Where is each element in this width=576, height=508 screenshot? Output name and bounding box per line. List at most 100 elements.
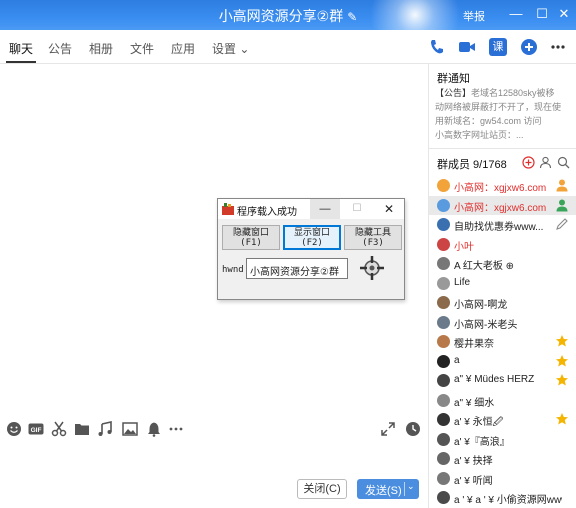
member-name: a ' ¥ a ' ¥ 小偷资源网www...: [454, 495, 562, 506]
owner-badge-icon: [556, 179, 568, 192]
member-row[interactable]: a ' ¥ a ' ¥ 小偷资源网www...: [429, 488, 576, 508]
member-row[interactable]: a" ¥ 细水: [429, 391, 576, 411]
members-title: 群成员 9/1768: [437, 159, 507, 171]
hide-tool-button[interactable]: 隐藏工具 (F3): [344, 225, 402, 250]
classroom-icon[interactable]: 课: [489, 38, 507, 56]
avatar[interactable]: [437, 218, 450, 231]
report-link[interactable]: 举报: [463, 8, 485, 24]
gif-icon[interactable]: GIF: [28, 421, 44, 437]
hwnd-label: hwnd: [222, 265, 244, 275]
minimize-button[interactable]: —: [506, 4, 526, 24]
show-window-button[interactable]: 显示窗口 (F2): [283, 225, 341, 250]
dialog-title: 程序载入成功: [237, 207, 297, 218]
avatar[interactable]: [437, 315, 450, 329]
avatar[interactable]: [437, 452, 450, 465]
avatar[interactable]: [437, 296, 450, 309]
member-row[interactable]: a: [429, 352, 576, 372]
member-row[interactable]: a' ¥ 永恒🖉: [429, 410, 576, 430]
tab-chat[interactable]: 聊天: [9, 40, 33, 57]
ellipsis-icon[interactable]: [168, 421, 184, 437]
avatar[interactable]: [437, 471, 450, 485]
video-icon[interactable]: [458, 38, 476, 56]
hwnd-field[interactable]: 小高网资源分享②群: [246, 258, 348, 279]
more-icon[interactable]: [549, 38, 567, 56]
dialog-close-button[interactable]: ✕: [374, 199, 404, 219]
avatar[interactable]: [437, 198, 450, 212]
tab-files[interactable]: 文件: [130, 40, 154, 57]
history-icon[interactable]: [405, 421, 421, 437]
close-window-button[interactable]: ✕: [554, 4, 574, 24]
member-row[interactable]: Life: [429, 274, 576, 294]
phone-icon[interactable]: [428, 38, 446, 56]
add-icon[interactable]: [520, 38, 538, 56]
avatar[interactable]: [437, 179, 450, 192]
avatar[interactable]: [437, 335, 450, 348]
member-row[interactable]: 小高网：xgjxw6.com: [429, 195, 576, 215]
emoji-icon[interactable]: [6, 421, 22, 437]
star-badge-icon: [556, 374, 568, 386]
svg-text:GIF: GIF: [31, 427, 42, 434]
avatar[interactable]: [437, 354, 450, 368]
member-name: a" ¥ Müdes HERZ: [454, 374, 535, 385]
invite-member-icon[interactable]: [522, 156, 535, 169]
member-row[interactable]: a' ¥ 抉择: [429, 449, 576, 469]
member-row[interactable]: A 红大老板 ⊕: [429, 254, 576, 274]
avatar[interactable]: [437, 393, 450, 407]
member-row[interactable]: 小叶: [429, 235, 576, 255]
admin-badge-icon: [556, 199, 568, 211]
scissors-icon[interactable]: [51, 421, 67, 437]
right-panel: 群通知 【公告】老域名12580sky被移动网络被屏蔽打不开了，现在使用新域名：…: [428, 64, 576, 508]
member-row[interactable]: 小高网-啊龙: [429, 293, 576, 313]
member-name: 小高网-啊龙: [454, 300, 508, 311]
tab-album[interactable]: 相册: [89, 40, 113, 57]
active-tab-indicator: [6, 61, 36, 63]
avatar[interactable]: [437, 237, 450, 251]
dialog-minimize-button[interactable]: —: [310, 199, 340, 219]
dialog-titlebar[interactable]: 程序载入成功 — ☐ ✕: [218, 199, 404, 219]
notice-title[interactable]: 群通知: [437, 70, 470, 86]
notice-content[interactable]: 【公告】老域名12580sky被移动网络被屏蔽打不开了，现在使用新域名：gw54…: [435, 86, 561, 142]
edit-icon[interactable]: [555, 217, 569, 231]
member-name: 小高网：xgjxw6.com: [454, 183, 547, 194]
tab-apps[interactable]: 应用: [171, 40, 195, 57]
maximize-button[interactable]: ☐: [532, 4, 552, 24]
member-manage-icon[interactable]: [539, 156, 552, 169]
search-icon[interactable]: [557, 156, 570, 169]
send-options-dropdown[interactable]: ⌄: [407, 481, 415, 492]
avatar[interactable]: [437, 374, 450, 387]
close-button[interactable]: 关闭(C): [297, 479, 347, 499]
panel-divider: [429, 148, 576, 149]
folder-icon[interactable]: [74, 421, 90, 437]
member-name: 樱井果奈: [454, 339, 494, 350]
window-title: 小高网资源分享②群 ✎: [218, 8, 358, 24]
avatar[interactable]: [437, 432, 450, 446]
send-divider: [404, 482, 405, 496]
member-row[interactable]: 樱井果奈: [429, 332, 576, 352]
send-button[interactable]: 发送(S) ⌄: [357, 479, 419, 499]
crosshair-icon[interactable]: [360, 256, 384, 280]
star-badge-icon: [556, 354, 568, 366]
tab-settings[interactable]: 设置 ⌄: [212, 40, 249, 57]
member-row[interactable]: 小高网-米老头: [429, 313, 576, 333]
title-bar: 小高网资源分享②群 ✎ 举报 — ☐ ✕: [0, 0, 576, 60]
member-row[interactable]: a' ¥『高浪』: [429, 430, 576, 450]
avatar[interactable]: [437, 257, 450, 270]
hide-window-button[interactable]: 隐藏窗口 (F1): [222, 225, 280, 250]
bell-icon[interactable]: [146, 421, 162, 437]
edit-title-icon[interactable]: ✎: [347, 10, 357, 24]
expand-icon[interactable]: [380, 421, 396, 437]
avatar[interactable]: [437, 413, 450, 426]
avatar[interactable]: [437, 491, 450, 504]
member-row[interactable]: 自助找优惠券www...: [429, 215, 576, 235]
dialog-maximize-button[interactable]: ☐: [342, 199, 372, 219]
music-icon[interactable]: [97, 421, 113, 437]
member-name: 小叶: [454, 241, 474, 253]
member-name: a: [454, 354, 460, 366]
member-row[interactable]: 小高网：xgjxw6.com: [429, 176, 576, 196]
member-row[interactable]: a" ¥ Müdes HERZ: [429, 371, 576, 391]
member-name: A 红大老板 ⊕: [454, 261, 515, 272]
tab-announcement[interactable]: 公告: [48, 40, 72, 57]
member-row[interactable]: a' ¥ 听闻: [429, 469, 576, 489]
avatar[interactable]: [437, 276, 450, 290]
image-icon[interactable]: [122, 421, 138, 437]
